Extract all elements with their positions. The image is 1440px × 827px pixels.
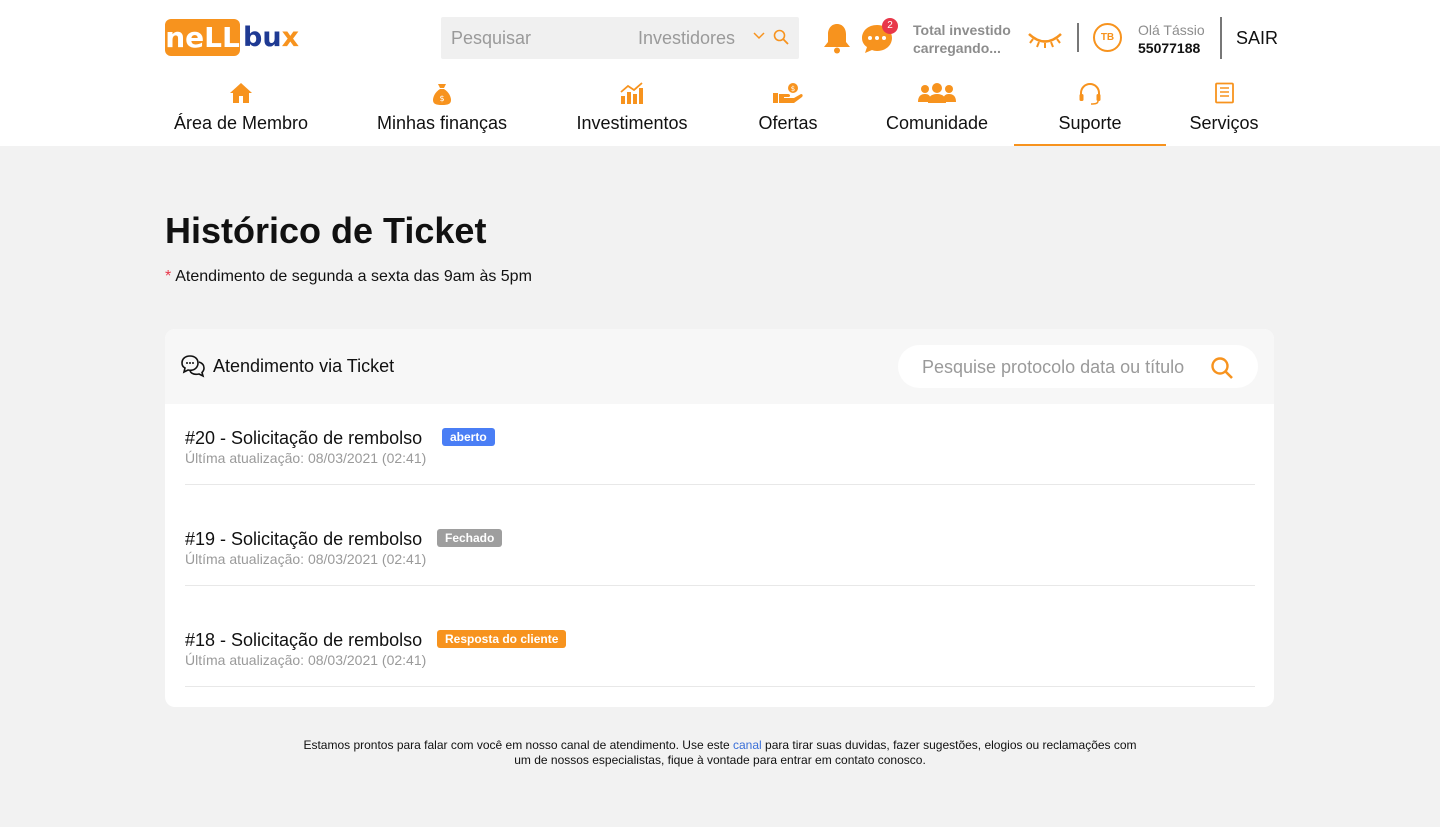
growth-chart-icon — [620, 82, 643, 104]
ticket-search-input[interactable]: Pesquise protocolo data ou título — [922, 357, 1184, 378]
global-search-bar[interactable]: Pesquisar Investidores — [441, 17, 799, 59]
support-hours-note: * Atendimento de segunda a sexta das 9am … — [165, 268, 532, 286]
header-divider — [1220, 17, 1222, 59]
chevron-down-icon[interactable] — [753, 29, 765, 43]
status-badge: Resposta do cliente — [437, 630, 567, 648]
footer-text-start: Estamos prontos para falar com você em n… — [303, 738, 733, 752]
chat-bubbles-icon — [181, 355, 205, 378]
nav-item-suporte[interactable]: Suporte — [1014, 78, 1166, 146]
ticket-updated: Últíma atualização: 08/03/2021 (02:41) — [185, 652, 427, 668]
svg-text:$: $ — [791, 85, 795, 93]
nav-item-investimentos[interactable]: Investimentos — [566, 78, 698, 146]
home-icon — [230, 83, 252, 103]
logo-text: bu — [243, 22, 282, 53]
status-badge: Fechado — [437, 529, 503, 547]
money-bag-icon: $ — [433, 84, 451, 105]
total-invested-value: carregando... — [913, 40, 1001, 56]
nav-item-label: Investimentos — [576, 113, 688, 133]
logo-mark: neLL — [165, 19, 240, 56]
nav-item-servicos[interactable]: Serviços — [1183, 78, 1265, 146]
user-greeting: Olá Tássio — [1138, 22, 1205, 38]
search-icon[interactable] — [773, 29, 789, 45]
tickets-card-title: Atendimento via Ticket — [213, 356, 395, 376]
user-account-number: 55077188 — [1138, 40, 1201, 56]
status-badge: aberto — [442, 428, 495, 446]
main-nav: Área de Membro $ Minhas finanças Investi… — [165, 78, 1275, 146]
nav-item-minhas-financas[interactable]: $ Minhas finanças — [367, 78, 517, 146]
nav-item-label: Minhas finanças — [376, 113, 508, 133]
document-icon — [1215, 82, 1234, 104]
nav-item-label: Área de Membro — [173, 113, 309, 133]
nav-item-label: Ofertas — [758, 113, 818, 133]
search-input[interactable]: Pesquisar — [451, 28, 531, 49]
ticket-title: #20 - Solicitação de rembolso — [185, 428, 423, 448]
logo-wordmark: bux — [243, 21, 299, 55]
ticket-search-field[interactable]: Pesquise protocolo data ou título — [898, 345, 1258, 388]
nav-item-ofertas[interactable]: $ Ofertas — [743, 78, 833, 146]
eye-closed-icon[interactable] — [1027, 29, 1063, 49]
ticket-row[interactable]: #18 - Solicitação de rembolso Resposta d… — [185, 606, 1255, 687]
chat-count-badge: 2 — [882, 18, 898, 34]
people-icon — [918, 83, 956, 103]
nellbux-logo[interactable]: neLL bux — [165, 19, 302, 57]
search-filter-select[interactable]: Investidores — [638, 28, 735, 49]
ticket-row[interactable]: #20 - Solicitação de rembolso aberto Últ… — [185, 404, 1255, 485]
search-icon[interactable] — [1210, 356, 1234, 380]
support-hours-text: Atendimento de segunda a sexta das 9am à… — [175, 268, 532, 285]
tickets-card: Atendimento via Ticket Pesquise protocol… — [165, 329, 1274, 707]
logo-x: x — [281, 22, 299, 53]
bell-icon[interactable] — [822, 22, 852, 54]
headset-icon — [1079, 82, 1101, 105]
ticket-row[interactable]: #19 - Solicitação de rembolso Fechado Úl… — [185, 505, 1255, 586]
ticket-updated: Últíma atualização: 08/03/2021 (02:41) — [185, 551, 427, 567]
nav-item-area-de-membro[interactable]: Área de Membro — [165, 78, 317, 146]
logout-button[interactable]: SAIR — [1236, 28, 1278, 49]
svg-text:$: $ — [439, 94, 444, 103]
page-title: Histórico de Ticket — [165, 210, 487, 251]
avatar[interactable]: TB — [1093, 23, 1122, 52]
nav-item-label: Suporte — [1058, 113, 1122, 133]
nav-item-label: Serviços — [1189, 113, 1259, 133]
ticket-updated: Últíma atualização: 08/03/2021 (02:41) — [185, 450, 427, 466]
ticket-title: #18 - Solicitação de rembolso — [185, 630, 423, 650]
ticket-title: #19 - Solicitação de rembolso — [185, 529, 423, 549]
hand-coin-icon: $ — [773, 83, 803, 103]
required-star: * — [165, 268, 172, 285]
nav-item-label: Comunidade — [885, 113, 989, 133]
tickets-card-header: Atendimento via Ticket Pesquise protocol… — [165, 329, 1274, 404]
total-invested-label: Total investido — [913, 22, 1011, 38]
footer-contact-text: Estamos prontos para falar com você em n… — [300, 738, 1140, 768]
header-divider — [1077, 23, 1079, 52]
channel-link[interactable]: canal — [733, 738, 762, 752]
top-header: neLL bux Pesquisar Investidores 2 Total … — [0, 0, 1440, 146]
nav-item-comunidade[interactable]: Comunidade — [882, 78, 992, 146]
